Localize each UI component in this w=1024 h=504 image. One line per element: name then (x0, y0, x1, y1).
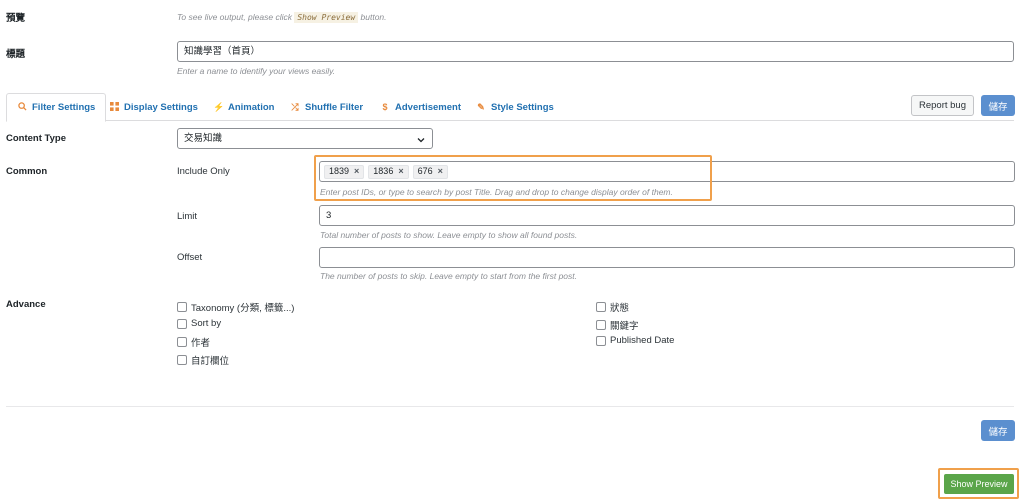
show-preview-button[interactable]: Show Preview (944, 474, 1014, 494)
save-button-bottom[interactable]: 儲存 (981, 420, 1015, 441)
tab-display-settings[interactable]: Display Settings (99, 93, 208, 121)
chevron-down-icon (416, 133, 426, 143)
tab-animation[interactable]: ⚡ Animation (203, 93, 284, 121)
tab-shuffle-filter-label: Shuffle Filter (305, 101, 364, 113)
tab-style-settings[interactable]: ✎ Style Settings (466, 93, 564, 121)
limit-hint: Total number of posts to show. Leave emp… (320, 230, 578, 240)
preview-hint-text: To see live output, please click (177, 12, 292, 22)
checkbox-box[interactable] (596, 320, 606, 330)
checkbox-box[interactable] (596, 302, 606, 312)
checkbox-keyword[interactable]: 關鍵字 (596, 318, 639, 332)
limit-label: Limit (177, 211, 198, 222)
checkbox-label: Published Date (610, 335, 675, 346)
tab-filter-settings-label: Filter Settings (32, 102, 96, 113)
checkbox-author[interactable]: 作者 (177, 335, 210, 349)
checkbox-label: 狀態 (610, 303, 630, 314)
preview-hint-code: Show Preview (294, 12, 359, 23)
common-label: Common (6, 166, 48, 177)
checkbox-box[interactable] (177, 355, 187, 365)
include-only-highlight (314, 155, 712, 201)
report-bug-button[interactable]: Report bug (911, 95, 974, 116)
content-type-value: 交易知識 (184, 133, 223, 144)
limit-input[interactable]: 3 (319, 205, 1015, 226)
checkbox-label: Taxonomy (分類, 標籤...) (191, 303, 295, 314)
section-divider (6, 406, 1014, 407)
checkbox-custom-field[interactable]: 自訂欄位 (177, 353, 229, 367)
pencil-icon: ✎ (477, 101, 485, 112)
grid-icon (109, 101, 119, 113)
tab-display-settings-label: Display Settings (124, 101, 198, 113)
preview-label: 預覽 (6, 13, 26, 24)
checkbox-sort-by[interactable]: Sort by (177, 318, 221, 329)
title-hint: Enter a name to identify your views easi… (177, 66, 336, 76)
bolt-icon: ⚡ (213, 101, 225, 112)
title-input[interactable]: 知識學習（首頁） (177, 41, 1014, 62)
tab-animation-label: Animation (228, 101, 275, 113)
advance-label: Advance (6, 299, 46, 310)
tab-shuffle-filter[interactable]: ⤮ Shuffle Filter (280, 93, 373, 121)
search-icon (17, 102, 27, 113)
dollar-icon: $ (382, 102, 388, 112)
save-button-top[interactable]: 儲存 (981, 95, 1015, 116)
preview-hint-suffix: button. (360, 12, 387, 22)
checkbox-published-date[interactable]: Published Date (596, 335, 674, 346)
checkbox-label: 作者 (191, 338, 211, 349)
offset-label: Offset (177, 252, 203, 263)
tab-filter-settings[interactable]: Filter Settings (6, 93, 107, 122)
checkbox-box[interactable] (596, 335, 606, 346)
tab-style-settings-label: Style Settings (491, 101, 554, 113)
tab-advertisement-label: Advertisement (395, 101, 461, 113)
shuffle-icon: ⤮ (291, 101, 299, 112)
checkbox-label: Sort by (191, 318, 222, 329)
checkbox-box[interactable] (177, 302, 187, 312)
content-type-label: Content Type (6, 133, 66, 144)
include-only-label: Include Only (177, 166, 230, 177)
checkbox-taxonomy[interactable]: Taxonomy (分類, 標籤...) (177, 300, 294, 314)
tab-advertisement[interactable]: $ Advertisement (370, 93, 471, 121)
offset-hint: The number of posts to skip. Leave empty… (320, 271, 578, 281)
checkbox-label: 自訂欄位 (191, 356, 230, 367)
checkbox-box[interactable] (177, 318, 187, 329)
offset-input[interactable] (319, 247, 1015, 268)
checkbox-status[interactable]: 狀態 (596, 300, 629, 314)
title-label: 標題 (6, 49, 26, 60)
content-type-select[interactable]: 交易知識 (177, 128, 433, 149)
checkbox-label: 關鍵字 (610, 321, 639, 332)
preview-hint: To see live output, please click Show Pr… (177, 12, 387, 23)
checkbox-box[interactable] (177, 337, 187, 347)
